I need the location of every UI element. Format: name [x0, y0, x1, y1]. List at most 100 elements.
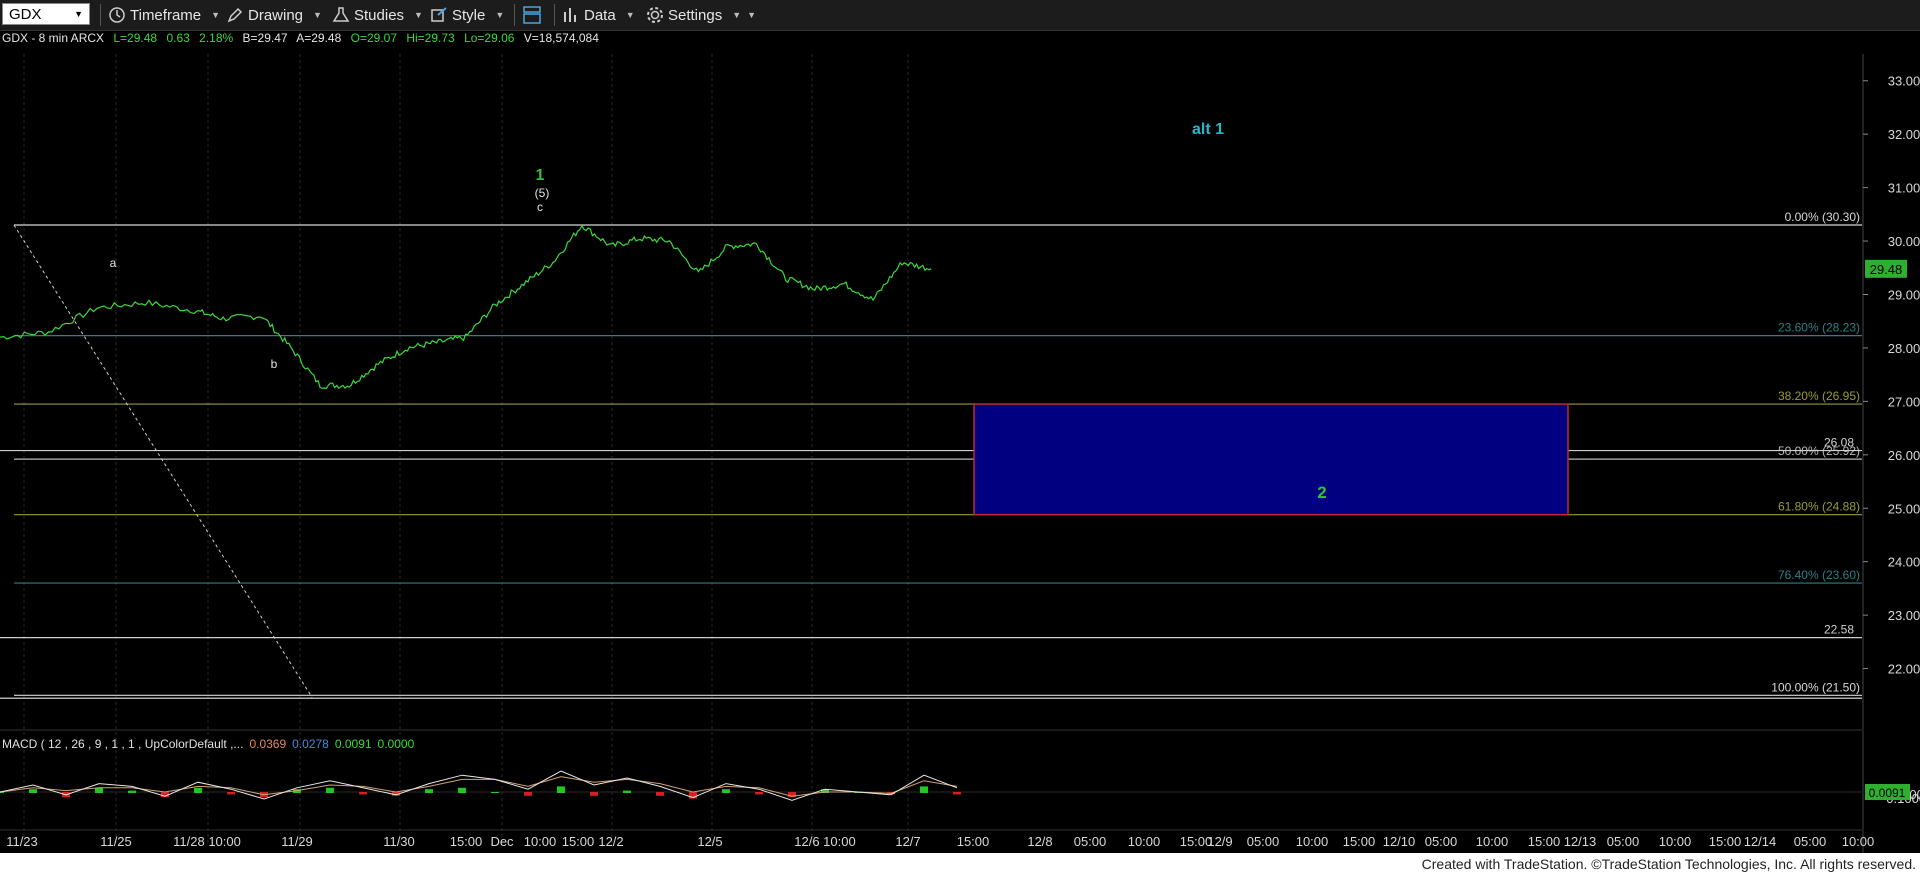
macd-histogram-bar [590, 792, 598, 796]
time-tick-label: 15:00 [1528, 834, 1561, 849]
macd-histogram-bar [920, 786, 928, 793]
price-tick-label: 26.00 [1888, 448, 1920, 463]
target-box [973, 403, 1569, 516]
wave-a-label: a [110, 256, 117, 270]
time-tick-label: 10:00 [1842, 834, 1875, 849]
high-price: Hi=29.73 [406, 31, 455, 45]
fib-label: 38.20% (26.95) [1778, 389, 1860, 403]
time-tick-label: 11/29 [281, 834, 313, 849]
chevron-down-icon[interactable]: ▼ [74, 9, 83, 19]
clock-icon [109, 7, 125, 23]
time-tick-label: Dec [490, 834, 514, 849]
gear-icon [647, 7, 663, 23]
macd-value: 0.0369 [249, 737, 286, 751]
wave-2-label: 2 [1317, 483, 1326, 502]
studies-button[interactable]: Studies ▼ [332, 3, 423, 27]
bar-chart-icon [564, 8, 576, 22]
time-tick-label: 12/7 [895, 834, 920, 849]
open-price: O=29.07 [351, 31, 398, 45]
time-tick-label: 15:00 [1343, 834, 1376, 849]
time-tick-label: 11/30 [383, 834, 415, 849]
layout-button[interactable] [522, 3, 542, 27]
toolbar: GDX ▼ Timeframe ▼ Drawing ▼ Studies ▼ St… [0, 0, 1920, 31]
wave-c-label: c [537, 200, 543, 214]
time-tick-label: 10:00 [524, 834, 557, 849]
pencil-icon [227, 7, 243, 23]
time-tick-label: 05:00 [1247, 834, 1280, 849]
macd-histogram-bar [326, 787, 334, 793]
trendline [13, 224, 313, 698]
fib-levels: 0.00% (30.30) 23.60% (28.23) 38.20% (26.95… [0, 210, 1862, 700]
price-tick-label: 30.00 [1888, 234, 1920, 249]
drawing-label: Drawing [248, 6, 304, 24]
quote-header: GDX - 8 min ARCX L=29.48 0.63 2.18% B=29… [2, 31, 599, 45]
time-tick-label: 10:00 [1659, 834, 1692, 849]
ask-price: A=29.48 [296, 31, 341, 45]
studies-label: Studies [354, 6, 405, 24]
price-tick-label: 32.00 [1888, 127, 1920, 142]
time-tick-label: 12/5 [697, 834, 722, 849]
timeframe-button[interactable]: Timeframe ▼ [108, 3, 220, 27]
price-axis[interactable]: 33.00 32.00 31.00 30.00 29.00 28.00 27.00 26.00… [1862, 54, 1920, 853]
price-tick-label: 31.00 [1888, 181, 1920, 196]
price-tick-label: 24.00 [1888, 555, 1920, 570]
wave-b-label: b [271, 357, 278, 371]
macd-histogram-bar [128, 790, 136, 793]
time-tick-label: 12/6 10:00 [794, 834, 855, 849]
trendline-group [13, 224, 313, 698]
toolbar-separator [100, 4, 101, 26]
chevron-down-icon: ▼ [732, 10, 742, 20]
time-tick-label: 11/25 [100, 834, 132, 849]
time-tick-label: 12/8 [1027, 834, 1052, 849]
chevron-down-icon: ▼ [495, 10, 505, 20]
fib-label: 100.00% (21.50) [1771, 680, 1860, 694]
fib-label: 61.80% (24.88) [1778, 500, 1860, 514]
macd-histogram-bar [194, 787, 202, 793]
horizontal-line-label: 26.08 [1824, 436, 1854, 450]
last-price-badge-label: 29.48 [1870, 262, 1903, 277]
macd-line [0, 770, 958, 801]
chevron-down-icon: ▼ [747, 10, 757, 20]
time-tick-label: 05:00 [1074, 834, 1107, 849]
data-button[interactable]: Data ▼ [562, 3, 635, 27]
wave-5-sublabel: (5) [535, 186, 550, 200]
symbol-value: GDX [9, 5, 42, 23]
flask-icon [332, 7, 350, 22]
style-label: Style [452, 6, 486, 24]
price-tick-label: 25.00 [1888, 501, 1920, 516]
net-change: 0.63 [166, 31, 190, 45]
toolbar-separator [554, 4, 555, 26]
style-button[interactable]: Style ▼ [430, 3, 504, 27]
chevron-down-icon: ▼ [414, 10, 423, 20]
drawing-button[interactable]: Drawing ▼ [226, 3, 322, 27]
symbol-info: GDX - 8 min ARCX [2, 31, 104, 45]
percent-change: 2.18% [199, 31, 233, 45]
time-tick-label: 12/14 [1744, 834, 1777, 849]
macd-histogram-bar [557, 786, 565, 793]
macd-histogram-bar [656, 792, 664, 796]
time-tick-label: 11/28 10:00 [173, 834, 241, 849]
wave-1-label: 1 [536, 167, 545, 184]
macd-panel[interactable]: MACD ( 12 , 26 , 9 , 1 , 1 , UpColorDefa… [0, 729, 1920, 806]
symbol-input[interactable]: GDX ▼ [2, 3, 90, 25]
time-tick-label: 10:00 [1128, 834, 1161, 849]
chart-canvas[interactable]: 0.00% (30.30) 23.60% (28.23) 38.20% (26.95… [0, 30, 1920, 853]
macd-histogram-bar [458, 787, 466, 793]
price-series [0, 224, 932, 390]
time-tick-label: 12/2 [598, 834, 623, 849]
time-tick-label: 15:00 [957, 834, 990, 849]
price-tick-label: 27.00 [1888, 394, 1920, 409]
macd-header: MACD ( 12 , 26 , 9 , 1 , 1 , UpColorDefa… [2, 737, 415, 751]
macd-histogram-bar [95, 787, 103, 793]
time-axis[interactable]: 11/23 11/25 11/28 10:00 11/29 11/30 15:00 Dec 1… [0, 829, 1875, 849]
fib-label: 23.60% (28.23) [1778, 321, 1860, 335]
macd-histogram-bar [29, 789, 37, 793]
settings-button[interactable]: Settings ▼ ▼ [646, 3, 756, 27]
footer: Created with TradeStation. ©TradeStation… [0, 853, 1920, 875]
time-tick-label: 12/13 [1564, 834, 1597, 849]
macd-histogram-bar [359, 792, 367, 795]
price-tick-label: 23.00 [1888, 608, 1920, 623]
signal-value: 0.0278 [292, 737, 329, 751]
price-tick-label: 29.00 [1888, 287, 1920, 302]
time-tick-label: 10:00 [1476, 834, 1509, 849]
